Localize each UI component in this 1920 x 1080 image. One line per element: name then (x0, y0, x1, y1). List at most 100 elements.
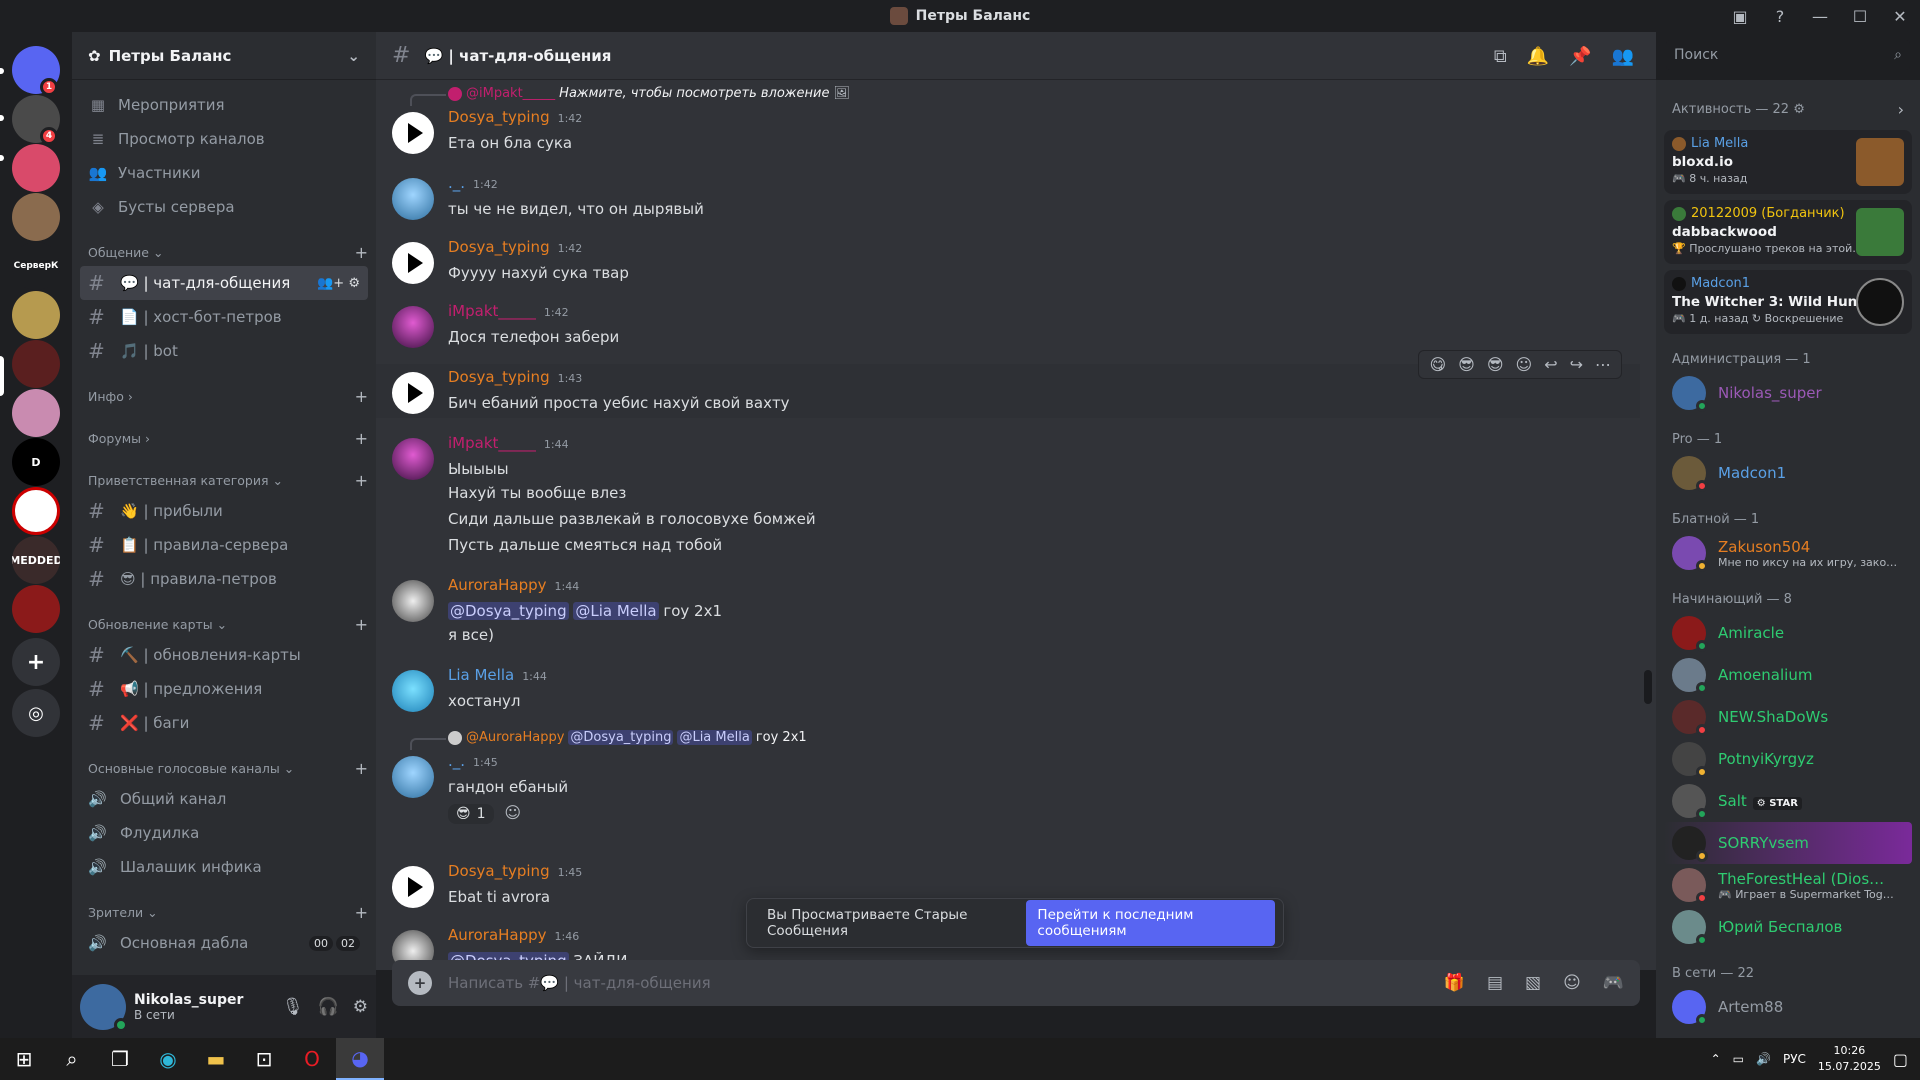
add-channel-icon[interactable]: + (355, 903, 368, 922)
server-icon[interactable] (12, 585, 60, 633)
reaction-cool-icon[interactable]: 😎 (1458, 355, 1475, 374)
author-name[interactable]: Dosya_typing (448, 862, 550, 880)
avatar[interactable] (392, 178, 434, 220)
sidebar-link[interactable]: ≣ Просмотр каналов (80, 122, 368, 156)
member-row[interactable]: Zakuson504 Мне по иксу на их игру, зако… (1664, 532, 1912, 574)
avatar[interactable] (392, 866, 434, 908)
member-row[interactable]: TheForestHeal (Dios… 🎮 Играет в Supermark… (1664, 864, 1912, 906)
pin-icon[interactable]: 📌 (1569, 46, 1591, 67)
discover-icon[interactable]: ◎ (12, 689, 60, 737)
text-channel[interactable]: # 📋 | правила-сервера (80, 528, 368, 562)
author-name[interactable]: AuroraHappy (448, 926, 547, 944)
user-mention[interactable]: @Lia Mella (573, 602, 659, 620)
member-row[interactable]: Salt ⚙ STAR (1664, 780, 1912, 822)
avatar[interactable] (392, 580, 434, 622)
reply-preview[interactable]: @iMpakt_____ Нажмите, чтобы посмотреть в… (410, 86, 850, 106)
add-channel-icon[interactable]: + (355, 615, 368, 634)
start-button[interactable]: ⊞ (0, 1038, 48, 1080)
server-icon[interactable]: D (12, 438, 60, 486)
help-icon[interactable]: ? (1760, 7, 1800, 26)
sticker-icon[interactable]: ▧ (1525, 973, 1541, 993)
gift-icon[interactable]: 🎁 (1444, 973, 1465, 993)
attach-plus-icon[interactable]: + (408, 971, 432, 995)
server-icon[interactable] (12, 389, 60, 437)
text-channel[interactable]: # ❌ | баги (80, 706, 368, 740)
author-name[interactable]: iMpakt_____ (448, 302, 536, 320)
search-input[interactable]: Поиск ⌕ (1666, 40, 1910, 70)
voice-channel[interactable]: 🔊 Основная дабла 00 02 (80, 926, 368, 960)
text-channel[interactable]: # 😎 | правила-петров (80, 562, 368, 596)
author-name[interactable]: Dosya_typing (448, 108, 550, 126)
add-channel-icon[interactable]: + (355, 429, 368, 448)
text-channel[interactable]: # 🎵 | bot (80, 334, 368, 368)
chevron-right-icon[interactable]: › (1898, 100, 1904, 119)
gif-icon[interactable]: ▤ (1487, 973, 1503, 993)
member-row[interactable]: PotnyiKyrgyz (1664, 738, 1912, 780)
reply-preview[interactable]: @AuroraHappy @Dosya_typing @Lia Mella го… (410, 730, 807, 750)
forward-icon[interactable]: ↪ (1570, 355, 1583, 374)
network-icon[interactable]: ▭ (1733, 1052, 1744, 1066)
add-channel-icon[interactable]: + (355, 243, 368, 262)
avatar[interactable] (392, 670, 434, 712)
member-row[interactable]: Artem88 (1664, 986, 1912, 1028)
member-list-icon[interactable]: 👥 (1612, 46, 1634, 67)
headphones-icon[interactable]: 🎧 (318, 997, 339, 1017)
search-icon[interactable]: ⌕ (48, 1038, 96, 1080)
text-channel[interactable]: # 💬 | чат-для-общения 👥+ ⚙ (80, 266, 368, 300)
server-icon[interactable]: СерверК (12, 242, 60, 290)
avatar[interactable] (392, 242, 434, 284)
author-name[interactable]: iMpakt_____ (448, 434, 536, 452)
add-channel-icon[interactable]: + (355, 759, 368, 778)
add-channel-icon[interactable]: + (355, 471, 368, 490)
jump-to-present-button[interactable]: Перейти к последним сообщениям (1026, 900, 1275, 946)
server-header[interactable]: ✿ Петры Баланс ⌄ (72, 32, 376, 80)
server-icon[interactable]: MEDDED (12, 536, 60, 584)
voice-channel[interactable]: 🔊 Флудилка (80, 816, 368, 850)
edge-icon[interactable]: ◉ (144, 1038, 192, 1080)
gear-icon[interactable]: ⚙ (1793, 102, 1805, 117)
member-row[interactable]: Amiracle (1664, 612, 1912, 654)
text-channel[interactable]: # 📄 | хост-бот-петров (80, 300, 368, 334)
voice-channel[interactable]: 🔊 Общий канал (80, 782, 368, 816)
text-channel[interactable]: # 👋 | прибыли (80, 494, 368, 528)
author-name[interactable]: ._. (448, 752, 465, 770)
opera-icon[interactable]: O (288, 1038, 336, 1080)
activity-header[interactable]: Активность — 22 ⚙ › (1656, 94, 1920, 124)
add-reaction-icon[interactable]: ☺ (1516, 355, 1533, 374)
scrollbar[interactable] (1644, 670, 1652, 704)
category-map-updates[interactable]: Обновление карты ⌄ + (72, 610, 376, 638)
reaction-cool2-icon[interactable]: 😎 (1487, 355, 1504, 374)
avatar[interactable] (392, 438, 434, 480)
server-icon[interactable] (12, 487, 60, 535)
threads-icon[interactable]: ⧉ (1494, 46, 1507, 67)
user-settings-icon[interactable]: ⚙ (353, 997, 368, 1017)
author-name[interactable]: Dosya_typing (448, 368, 550, 386)
emoji-icon[interactable]: ☺ (1563, 973, 1581, 993)
member-row[interactable]: NEW.ShaDoWs (1664, 696, 1912, 738)
task-view-icon[interactable]: ❐ (96, 1038, 144, 1080)
author-name[interactable]: ._. (448, 174, 465, 192)
volume-icon[interactable]: 🔊 (1756, 1052, 1771, 1066)
language-indicator[interactable]: РУС (1783, 1052, 1806, 1066)
server-icon[interactable] (12, 340, 60, 388)
discord-taskbar-icon[interactable]: ◕ (336, 1038, 384, 1080)
minimize-button[interactable]: — (1800, 7, 1840, 26)
clock[interactable]: 10:26 15.07.2025 (1818, 1043, 1881, 1075)
reaction-chip[interactable]: 😎 1 (448, 804, 494, 824)
store-icon[interactable]: ⊡ (240, 1038, 288, 1080)
member-row[interactable]: SORRYvsem (1664, 822, 1912, 864)
server-icon[interactable] (12, 144, 60, 192)
reply-icon[interactable]: ↩ (1544, 355, 1557, 374)
close-button[interactable]: ✕ (1880, 7, 1920, 26)
member-row[interactable]: Amoenalium (1664, 654, 1912, 696)
author-name[interactable]: Dosya_typing (448, 238, 550, 256)
avatar[interactable] (392, 112, 434, 154)
avatar[interactable] (392, 756, 434, 798)
author-name[interactable]: AuroraHappy (448, 576, 547, 594)
sidebar-link[interactable]: ◈ Бусты сервера (80, 190, 368, 224)
add-reaction-icon[interactable]: ☺ (504, 803, 521, 822)
category-voice[interactable]: Основные голосовые каналы ⌄ + (72, 754, 376, 782)
notification-bell-icon[interactable]: 🔔 (1527, 46, 1549, 67)
category-info[interactable]: Инфо › + (72, 382, 376, 410)
activity-card[interactable]: Lia Mella bloxd.io 🎮 8 ч. назад (1664, 130, 1912, 194)
